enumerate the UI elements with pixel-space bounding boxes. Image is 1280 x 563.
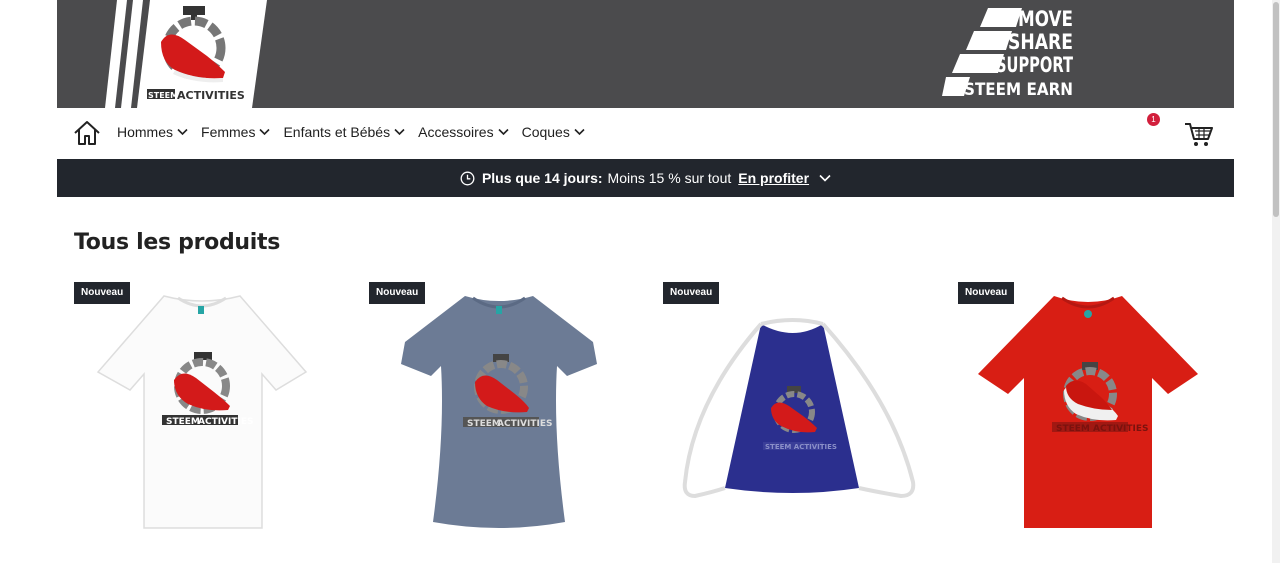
menu-label: Accessoires [418, 124, 494, 140]
scrollbar[interactable] [1272, 0, 1280, 563]
chevron-down-icon [498, 128, 509, 136]
new-badge: Nouveau [369, 282, 426, 304]
slogan-share: SHARE [1008, 30, 1073, 54]
chevron-down-icon [177, 128, 188, 136]
cart-icon[interactable] [1184, 120, 1214, 148]
chevron-down-icon[interactable] [819, 174, 831, 182]
page-title: Tous les produits [74, 230, 281, 255]
product-image-drawstring-bag: STEEM ACTIVITIES [682, 318, 916, 499]
logo-activities-text: ACTIVITIES [177, 89, 245, 102]
product-image-white-tshirt: STEEM ACTIVITIES [96, 295, 308, 529]
slogan-move: MOVE [1018, 7, 1073, 31]
menu-label: Enfants et Bébés [283, 124, 391, 140]
cart-count-badge: 1 [1147, 113, 1160, 126]
clock-icon [460, 171, 475, 185]
category-menu: Hommes Femmes Enfants et Bébés Accessoir… [117, 124, 598, 140]
logo-steem-text: STEEM [148, 91, 178, 100]
chevron-down-icon [394, 128, 405, 136]
product-card[interactable]: Nouveau STEEM ACTIVITIES [958, 282, 1218, 542]
scrollbar-thumb[interactable] [1273, 2, 1279, 217]
svg-text:STEEM ACTIVITIES: STEEM ACTIVITIES [1056, 424, 1149, 434]
promo-text: Moins 15 % sur tout [607, 170, 732, 186]
menu-item-femmes[interactable]: Femmes [201, 124, 271, 140]
new-badge: Nouveau [74, 282, 131, 304]
promo-bar: Plus que 14 jours: Moins 15 % sur tout E… [57, 159, 1234, 197]
new-badge: Nouveau [663, 282, 720, 304]
menu-item-hommes[interactable]: Hommes [117, 124, 188, 140]
product-card[interactable]: Nouveau STEEM ACTIVITIES [74, 282, 334, 542]
menu-label: Hommes [117, 124, 174, 140]
slogan-support: SUPPORT [996, 53, 1073, 77]
slogan-steem-earn: STEEM EARN [964, 80, 1073, 100]
main-nav: Hommes Femmes Enfants et Bébés Accessoir… [57, 108, 1234, 158]
menu-item-coques[interactable]: Coques [522, 124, 585, 140]
svg-text:STEEM: STEEM [467, 419, 501, 429]
menu-label: Femmes [201, 124, 256, 140]
menu-label: Coques [521, 124, 570, 140]
steem-activities-logo[interactable]: STEEM ACTIVITIES [57, 0, 297, 108]
home-icon[interactable] [73, 120, 101, 146]
product-image-heather-blue-tshirt: STEEM ACTIVITIES [401, 296, 597, 528]
svg-text:STEEM: STEEM [166, 417, 200, 427]
new-badge: Nouveau [958, 282, 1015, 304]
svg-text:STEEM ACTIVITIES: STEEM ACTIVITIES [765, 443, 837, 451]
slogan-logo: MOVE SHARE SUPPORT STEEM EARN [942, 7, 1073, 100]
promo-deadline: Plus que 14 jours: [481, 170, 603, 186]
promo-cta-link[interactable]: En profiter [738, 170, 809, 186]
menu-item-accessoires[interactable]: Accessoires [418, 124, 509, 140]
product-card[interactable]: Nouveau STEEM ACTIVITIES [663, 282, 923, 542]
svg-text:ACTIVITIES: ACTIVITIES [198, 417, 254, 427]
chevron-down-icon [259, 128, 271, 136]
chevron-down-icon [574, 128, 585, 136]
product-card[interactable]: Nouveau STEEM ACTIVITIES [369, 282, 629, 542]
product-image-red-kids-tshirt: STEEM ACTIVITIES [978, 296, 1198, 528]
svg-text:ACTIVITIES: ACTIVITIES [497, 419, 553, 429]
menu-item-enfants[interactable]: Enfants et Bébés [283, 124, 405, 140]
site-banner: STEEM ACTIVITIES MOVE SHARE SUPPORT STEE… [57, 0, 1234, 108]
